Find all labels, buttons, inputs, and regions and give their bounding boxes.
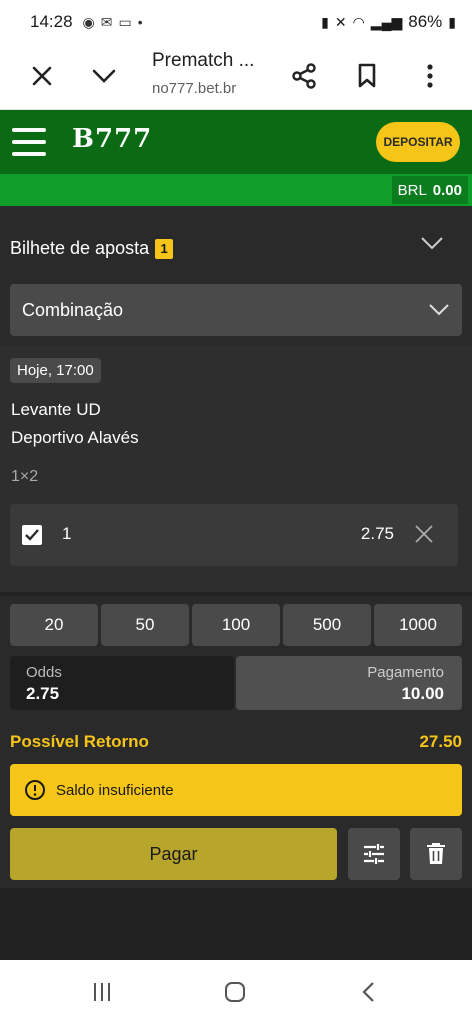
- page-title: Prematch ...: [152, 50, 255, 71]
- balance-currency: BRL: [397, 181, 427, 199]
- selection-odds: 2.75: [360, 524, 394, 543]
- possible-return-value: 27.50: [419, 732, 462, 751]
- share-icon: [292, 63, 316, 89]
- bookmark-icon: [358, 63, 376, 88]
- betslip-title-text: Bilhete de aposta: [10, 238, 150, 258]
- chevron-down-icon: [428, 300, 450, 321]
- odds-label: Odds: [26, 664, 62, 681]
- bet-selection-row: 1 2.75: [10, 504, 458, 566]
- battery-saver-icon: ▮: [321, 13, 329, 30]
- payment-label: Pagamento: [367, 664, 444, 681]
- chevron-down-icon: [421, 237, 443, 250]
- betslip-count-badge: 1: [155, 238, 174, 259]
- browser-menu-button[interactable]: [410, 56, 450, 96]
- quick-stake-1000[interactable]: 1000: [374, 604, 462, 646]
- site-logo[interactable]: B777: [72, 124, 152, 154]
- battery-icon: ▮: [448, 13, 456, 30]
- page-url[interactable]: no777.bet.br: [152, 80, 236, 97]
- close-tab-button[interactable]: [22, 56, 62, 96]
- quick-stake-100[interactable]: 100: [192, 604, 280, 646]
- wifi-icon: ◠: [352, 13, 365, 30]
- balance-amount: 0.00: [432, 181, 462, 199]
- home-icon: [225, 982, 245, 1002]
- bookmark-button[interactable]: [347, 56, 387, 96]
- recent-apps-icon: [94, 983, 110, 1001]
- browser-toolbar: Prematch ... no777.bet.br: [0, 44, 472, 110]
- close-icon: [32, 66, 52, 86]
- app-notification-icon: ▭: [118, 13, 132, 30]
- balance-display[interactable]: BRL 0.00: [391, 176, 468, 204]
- status-bar: 14:28 ◉ ✉ ▭ • ▮ ✕ ◠ ▂▄▆ 86% ▮: [0, 0, 472, 44]
- event-time-badge: Hoje, 17:00: [10, 358, 101, 383]
- away-team: Deportivo Alavés: [11, 428, 139, 447]
- betslip-title[interactable]: Bilhete de aposta 1: [10, 238, 174, 259]
- selection-checkbox[interactable]: [22, 525, 42, 545]
- remove-selection-button[interactable]: [414, 524, 434, 549]
- back-button[interactable]: [352, 978, 384, 1006]
- battery-percent: 86%: [408, 12, 443, 31]
- back-icon: [362, 982, 374, 1002]
- odds-value: 2.75: [26, 684, 60, 703]
- gmail-icon: ✉: [100, 13, 113, 30]
- mute-icon: ✕: [334, 13, 347, 30]
- betslip-panel: Bilhete de aposta 1 Combinação Hoje, 17:…: [0, 206, 472, 960]
- check-icon: [25, 529, 39, 541]
- insufficient-balance-alert: Saldo insuficiente: [10, 764, 462, 816]
- warning-icon: [25, 780, 45, 800]
- selection-label: 1: [62, 524, 72, 543]
- possible-return-label: Possível Retorno: [10, 732, 149, 751]
- whatsapp-icon: ◉: [82, 13, 95, 30]
- system-nav-bar: [0, 960, 472, 1024]
- market-name: 1×2: [11, 468, 39, 485]
- clear-betslip-button[interactable]: [410, 828, 462, 880]
- expand-button[interactable]: [84, 56, 124, 96]
- balance-bar: BRL 0.00: [0, 174, 472, 206]
- home-button[interactable]: [219, 978, 251, 1006]
- recent-apps-button[interactable]: [86, 978, 118, 1006]
- sliders-icon: [364, 844, 384, 864]
- bet-type-value: Combinação: [22, 299, 124, 320]
- signal-icon: ▂▄▆: [370, 13, 403, 30]
- hamburger-menu-icon[interactable]: [12, 128, 46, 156]
- quick-stake-500[interactable]: 500: [283, 604, 371, 646]
- bet-settings-button[interactable]: [348, 828, 400, 880]
- close-icon: [415, 525, 433, 543]
- chevron-down-icon: [92, 69, 116, 83]
- deposit-button[interactable]: DEPOSITAR: [376, 122, 460, 162]
- quick-stake-20[interactable]: 20: [10, 604, 98, 646]
- bet-type-select[interactable]: Combinação: [10, 284, 462, 336]
- quick-stake-50[interactable]: 50: [101, 604, 189, 646]
- betslip-header: Bilhete de aposta 1 Combinação: [0, 206, 472, 346]
- betslip-collapse-button[interactable]: [420, 236, 444, 255]
- share-button[interactable]: [284, 56, 324, 96]
- total-odds-box: Odds 2.75: [10, 656, 234, 710]
- dot-icon: •: [137, 14, 143, 30]
- place-bet-button[interactable]: Pagar: [10, 828, 337, 880]
- home-team: Levante UD: [11, 400, 101, 419]
- alert-text: Saldo insuficiente: [56, 781, 174, 799]
- status-time: 14:28: [30, 12, 73, 31]
- stake-input[interactable]: Pagamento 10.00: [236, 656, 462, 710]
- payment-value: 10.00: [401, 684, 444, 703]
- more-vert-icon: [427, 64, 433, 88]
- trash-icon: [427, 843, 445, 864]
- site-header: B777 DEPOSITAR: [0, 110, 472, 174]
